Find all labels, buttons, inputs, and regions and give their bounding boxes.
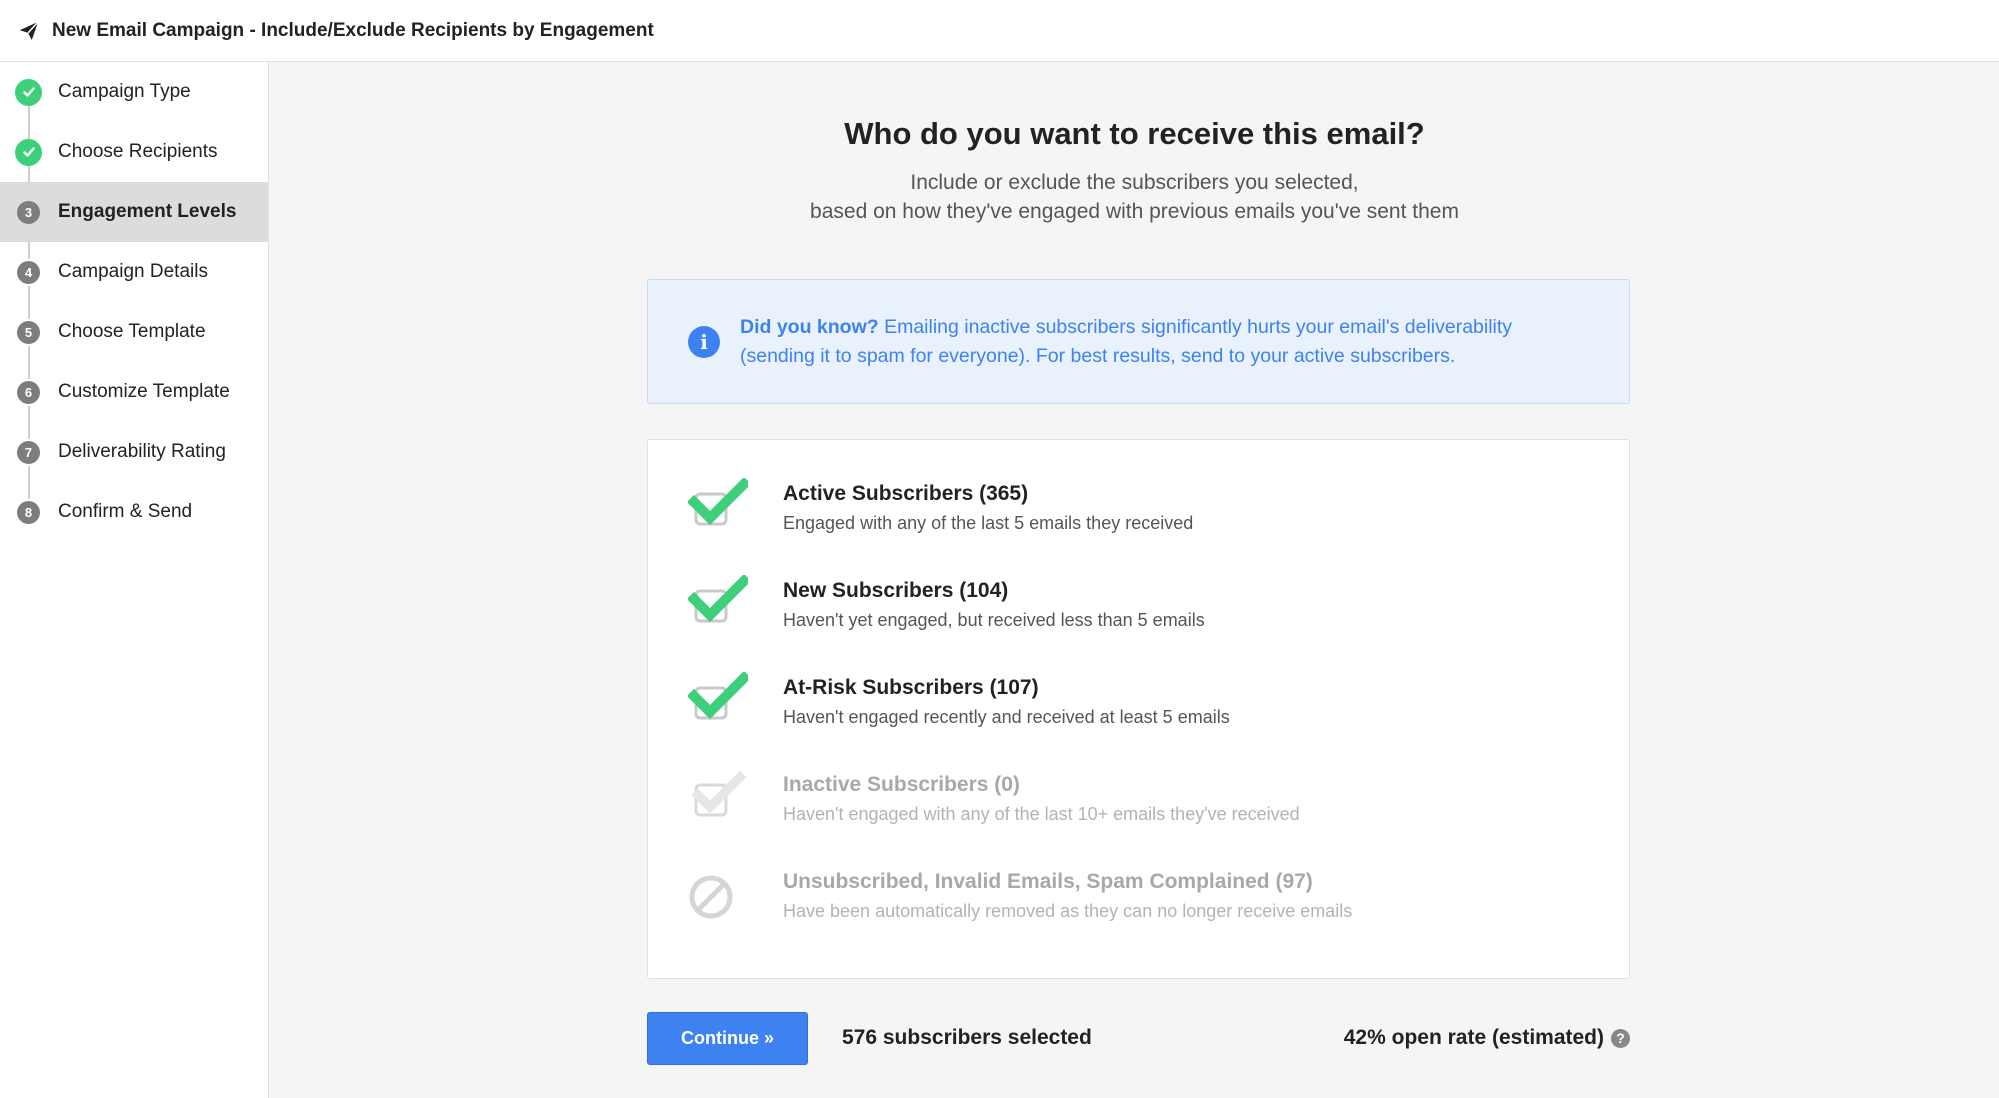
- continue-button[interactable]: Continue »: [647, 1012, 808, 1065]
- option-title: At-Risk Subscribers (107): [783, 676, 1039, 699]
- step-number-badge: 3: [15, 198, 42, 226]
- option-at-risk-subscribers[interactable]: At-Risk Subscribers (107) Haven't engage…: [648, 672, 1629, 752]
- option-title: Active Subscribers (365): [783, 482, 1029, 505]
- footer-bar: Continue » 576 subscribers selected 42% …: [647, 1012, 1630, 1068]
- step-label: Choose Template: [58, 321, 206, 342]
- step-campaign-details[interactable]: 4 Campaign Details: [0, 242, 268, 302]
- subscribers-selected-count: 576 subscribers selected: [842, 1026, 1092, 1049]
- blocked-icon: [689, 875, 733, 919]
- option-description: Engaged with any of the last 5 emails th…: [783, 513, 1194, 533]
- step-number-badge: 4: [15, 258, 42, 286]
- step-choose-template[interactable]: 5 Choose Template: [0, 302, 268, 362]
- step-label: Choose Recipients: [58, 141, 218, 162]
- paper-plane-icon: [19, 20, 39, 40]
- subtitle-line-1: Include or exclude the subscribers you s…: [910, 171, 1359, 194]
- step-label: Campaign Type: [58, 81, 191, 102]
- option-active-subscribers[interactable]: Active Subscribers (365) Engaged with an…: [648, 478, 1629, 558]
- step-label: Customize Template: [58, 381, 230, 402]
- check-circle-icon: [15, 78, 42, 106]
- help-icon[interactable]: ?: [1611, 1028, 1630, 1048]
- step-choose-recipients[interactable]: Choose Recipients: [0, 122, 268, 182]
- steps-list: Campaign Type Choose Recipients 3 Engage…: [0, 62, 268, 542]
- info-icon: i: [688, 325, 720, 358]
- step-number-badge: 7: [15, 438, 42, 466]
- info-lead: Did you know?: [740, 315, 879, 338]
- top-bar: New Email Campaign - Include/Exclude Rec…: [0, 0, 1999, 62]
- engagement-options-card: Active Subscribers (365) Engaged with an…: [647, 439, 1630, 979]
- step-number-badge: 6: [15, 378, 42, 406]
- option-unsubscribed-invalid: Unsubscribed, Invalid Emails, Spam Compl…: [648, 866, 1629, 946]
- step-number-badge: 5: [15, 318, 42, 346]
- page-title: New Email Campaign - Include/Exclude Rec…: [52, 19, 654, 41]
- option-description: Have been automatically removed as they …: [783, 901, 1353, 921]
- option-inactive-subscribers: Inactive Subscribers (0) Haven't engaged…: [648, 769, 1629, 849]
- step-campaign-type[interactable]: Campaign Type: [0, 62, 268, 122]
- info-text: Did you know? Emailing inactive subscrib…: [740, 313, 1512, 371]
- checked-checkbox-icon[interactable]: [688, 672, 748, 732]
- subtitle-line-2: based on how they've engaged with previo…: [810, 200, 1459, 223]
- open-rate-text: 42% open rate (estimated): [1343, 1026, 1604, 1049]
- option-description: Haven't engaged with any of the last 10+…: [783, 804, 1300, 824]
- step-confirm-send[interactable]: 8 Confirm & Send: [0, 482, 268, 542]
- step-label: Deliverability Rating: [58, 441, 226, 462]
- step-label: Confirm & Send: [58, 501, 193, 522]
- check-circle-icon: [15, 138, 42, 166]
- info-callout: i Did you know? Emailing inactive subscr…: [647, 279, 1630, 404]
- option-title: New Subscribers (104): [783, 579, 1009, 602]
- option-new-subscribers[interactable]: New Subscribers (104) Haven't yet engage…: [648, 575, 1629, 655]
- option-description: Haven't engaged recently and received at…: [783, 707, 1230, 727]
- info-line-2: (sending it to spam for everyone). For b…: [740, 344, 1456, 367]
- open-rate-estimate: 42% open rate (estimated) ?: [1344, 1026, 1630, 1050]
- checked-checkbox-icon[interactable]: [688, 478, 748, 538]
- main-subtitle: Include or exclude the subscribers you s…: [270, 168, 1999, 226]
- checked-checkbox-icon[interactable]: [688, 575, 748, 635]
- disabled-checkbox-icon: [691, 770, 747, 817]
- info-line-1: Emailing inactive subscribers significan…: [878, 315, 1513, 338]
- step-label: Campaign Details: [58, 261, 208, 282]
- step-customize-template[interactable]: 6 Customize Template: [0, 362, 268, 422]
- step-deliverability-rating[interactable]: 7 Deliverability Rating: [0, 422, 268, 482]
- option-title: Inactive Subscribers (0): [783, 773, 1020, 796]
- step-number-badge: 8: [15, 498, 42, 526]
- option-title: Unsubscribed, Invalid Emails, Spam Compl…: [783, 870, 1313, 893]
- steps-sidebar: Campaign Type Choose Recipients 3 Engage…: [0, 62, 269, 1098]
- main-heading: Who do you want to receive this email?: [844, 116, 1425, 151]
- step-label: Engagement Levels: [58, 201, 237, 222]
- step-engagement-levels[interactable]: 3 Engagement Levels: [0, 182, 268, 242]
- main-content: Who do you want to receive this email? I…: [270, 62, 1999, 1098]
- option-description: Haven't yet engaged, but received less t…: [783, 610, 1205, 630]
